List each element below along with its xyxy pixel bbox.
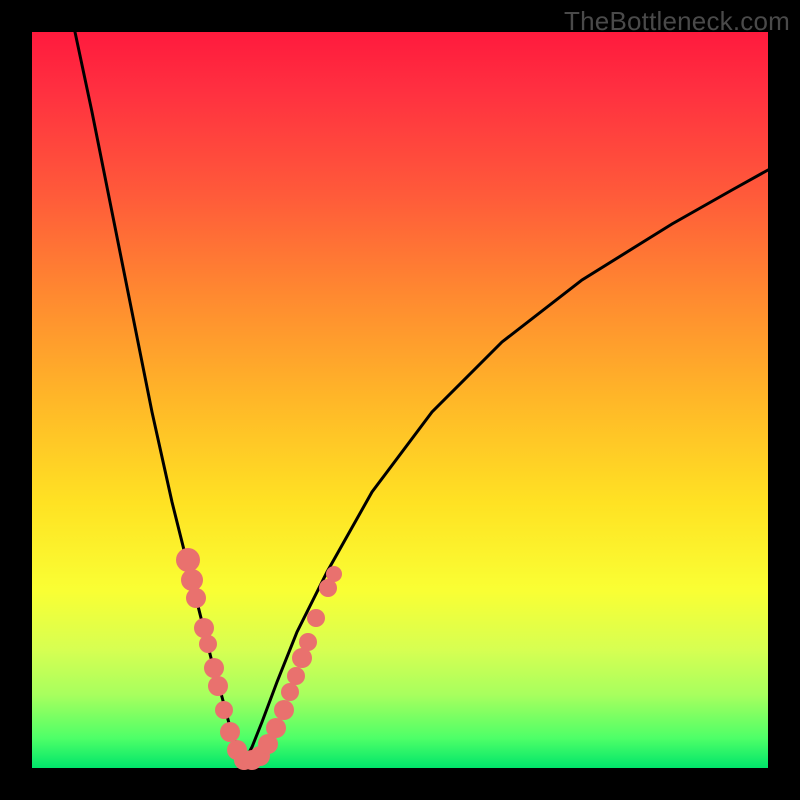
watermark-text: TheBottleneck.com	[564, 6, 790, 37]
plot-area	[32, 32, 768, 768]
data-marker	[274, 700, 294, 720]
data-marker	[287, 667, 305, 685]
data-marker	[208, 676, 228, 696]
data-marker	[186, 588, 206, 608]
data-marker	[215, 701, 233, 719]
bottleneck-curve	[75, 32, 768, 762]
data-markers	[176, 548, 342, 770]
curve-segment	[75, 32, 244, 762]
curve-segment	[244, 170, 768, 762]
data-marker	[292, 648, 312, 668]
data-marker	[181, 569, 203, 591]
data-marker	[326, 566, 342, 582]
data-marker	[266, 718, 286, 738]
data-marker	[176, 548, 200, 572]
data-marker	[220, 722, 240, 742]
chart-frame: TheBottleneck.com	[0, 0, 800, 800]
chart-svg	[32, 32, 768, 768]
data-marker	[281, 683, 299, 701]
data-marker	[199, 635, 217, 653]
data-marker	[299, 633, 317, 651]
data-marker	[204, 658, 224, 678]
data-marker	[307, 609, 325, 627]
data-marker	[194, 618, 214, 638]
